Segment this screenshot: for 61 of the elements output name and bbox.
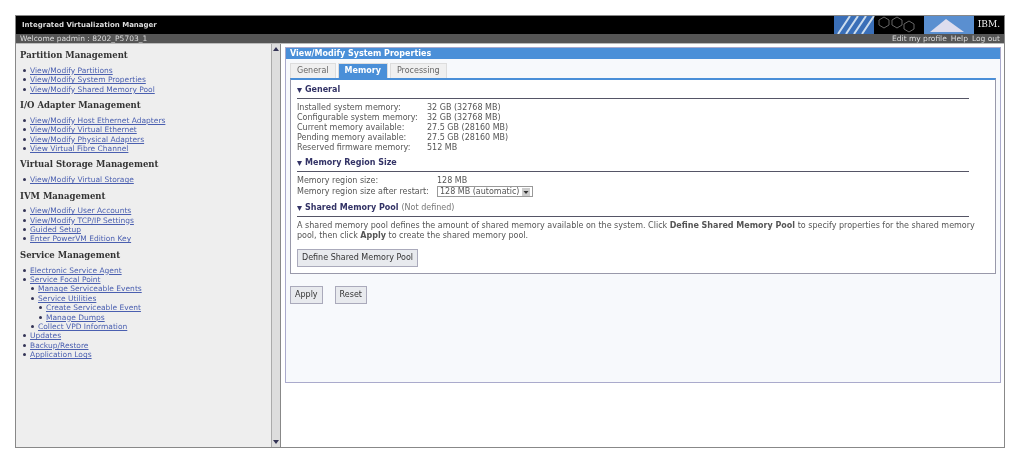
field-label: Current memory available: (297, 123, 406, 132)
bullet-icon (23, 87, 26, 91)
scroll-down-icon[interactable] (272, 439, 280, 445)
action-button[interactable]: Apply (290, 286, 323, 304)
bullet-icon (23, 178, 26, 182)
panel-title: View/Modify System Properties (286, 48, 1000, 59)
bullet-icon (23, 118, 26, 122)
bullet-icon (23, 343, 26, 347)
field-value: 27.5 GB (28160 MB) (427, 133, 510, 142)
bullet-icon (31, 296, 34, 300)
collapse-arrow-icon[interactable] (297, 205, 302, 211)
bullet-icon (23, 228, 26, 232)
tab[interactable]: General (290, 63, 336, 78)
section-heading: Virtual Storage Management (20, 158, 160, 172)
section-heading: IVM Management (20, 189, 107, 203)
field-label: Memory region size after restart: (297, 187, 430, 196)
field-label: Memory region size: (297, 176, 380, 185)
bullet-icon (23, 128, 26, 132)
bullet-icon (23, 78, 26, 82)
bullet-icon (23, 137, 26, 141)
section-heading: I/O Adapter Management (20, 98, 142, 112)
dropdown-arrow-icon[interactable] (522, 187, 531, 196)
bullet-icon (39, 306, 42, 310)
bullet-icon (23, 209, 26, 213)
region-size-select[interactable]: 128 MB (automatic) (437, 186, 534, 197)
collapse-arrow-icon[interactable] (297, 87, 302, 93)
bullet-icon (31, 325, 34, 329)
bullet-icon (23, 278, 26, 282)
section-heading: Service Management (20, 248, 122, 262)
bullet-icon (23, 146, 26, 150)
define-pool-button[interactable]: Define Shared Memory Pool (297, 249, 418, 267)
tab[interactable]: Processing (389, 63, 447, 78)
bullet-icon (23, 334, 26, 338)
field-label: Reserved firmware memory: (297, 143, 412, 152)
field-label: Pending memory available: (297, 133, 408, 142)
section-title[interactable]: General (305, 84, 341, 96)
field-label: Installed system memory: (297, 103, 402, 112)
tab[interactable]: Memory (337, 63, 388, 78)
action-button[interactable]: Reset (334, 286, 367, 304)
bullet-icon (23, 68, 26, 72)
field-value: 32 GB (32768 MB) (427, 103, 502, 112)
scrollbar[interactable] (271, 44, 281, 447)
field-value: 32 GB (32768 MB) (427, 113, 502, 122)
field-value: 27.5 GB (28160 MB) (427, 123, 510, 132)
status-text: (Not defined) (401, 202, 455, 214)
section-title[interactable]: Memory Region Size (305, 157, 397, 169)
section-title[interactable]: Shared Memory Pool (305, 202, 399, 214)
bullet-icon (23, 237, 26, 241)
scroll-up-icon[interactable] (272, 46, 280, 52)
field-value: 128 MB (437, 176, 469, 185)
field-value: 512 MB (427, 143, 459, 152)
bullet-icon (23, 218, 26, 222)
bullet-icon (23, 268, 26, 272)
bullet-icon (39, 315, 42, 319)
section-heading: Partition Management (20, 49, 129, 62)
bullet-icon (31, 287, 34, 291)
description-text: A shared memory pool defines the amount of shared memory available on the system. Click Define Shared Memory Pool to specify properties for the shared memory pool, then click Apply to create the shared memory pool. (297, 221, 976, 241)
bullet-icon (23, 353, 26, 357)
ibm-logo: IBM. (977, 18, 1000, 32)
field-label: Configurable system memory: (297, 113, 419, 122)
collapse-arrow-icon[interactable] (297, 160, 302, 166)
